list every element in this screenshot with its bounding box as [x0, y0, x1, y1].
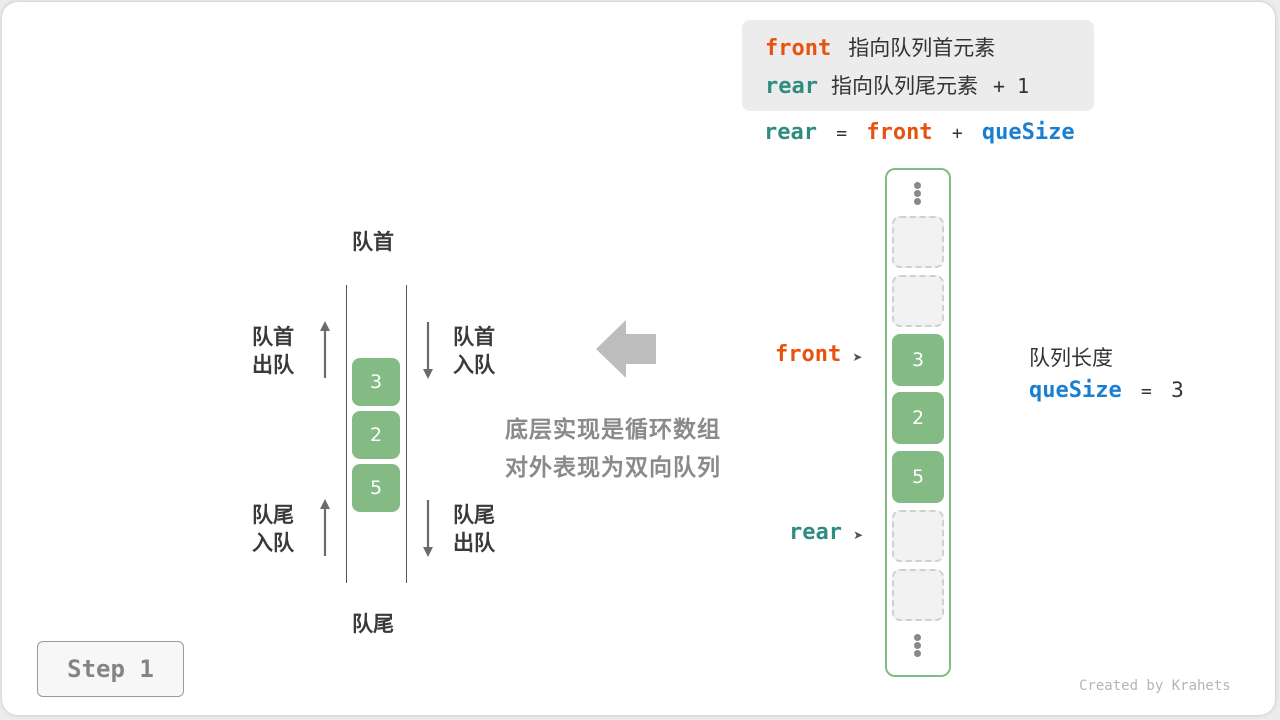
front-enqueue-line2: 入队 [453, 353, 495, 377]
queue-size-label: 队列长度 [1029, 346, 1113, 370]
array-slot-empty [892, 216, 944, 268]
rear-keyword: rear [765, 74, 818, 99]
diagram-canvas: front 指向队列首元素 rear 指向队列尾元素 + 1 rear = fr… [2, 2, 1275, 715]
pointer-arrow-icon: ➤ [853, 528, 864, 542]
queue-size-value: queSize = 3 [1029, 378, 1184, 403]
quesize-equals: = [1140, 381, 1152, 402]
legend-rear-line: rear 指向队列尾元素 + 1 [765, 70, 1029, 100]
front-keyword: front [765, 36, 832, 61]
arrow-up-icon [320, 321, 330, 378]
rear-pointer-label: rear [789, 520, 842, 545]
credit-text: Created by Krahets [1079, 678, 1231, 694]
ellipsis-icon [914, 182, 922, 206]
quesize-number: 3 [1171, 378, 1184, 402]
step-button[interactable]: Step 1 [37, 641, 184, 697]
deque-left-wall [346, 285, 347, 583]
rear-dequeue-line2: 出队 [453, 531, 495, 555]
rear-enqueue-line1: 队尾 [252, 503, 294, 527]
rear-dequeue-label: 队尾 出队 [453, 501, 495, 557]
deque-rear-label: 队尾 [352, 612, 394, 636]
array-slot-empty [892, 569, 944, 621]
rear-offset: + 1 [992, 74, 1030, 98]
deque-front-label: 队首 [352, 230, 394, 254]
front-enqueue-label: 队首 入队 [453, 323, 495, 379]
rear-formula: rear = front + queSize [764, 120, 1075, 145]
arrow-down-icon [423, 322, 433, 379]
array-slot: 3 [892, 334, 944, 386]
deque-item: 5 [352, 464, 400, 512]
quesize-keyword: queSize [1029, 378, 1122, 403]
array-slot: 2 [892, 392, 944, 444]
array-slot: 5 [892, 451, 944, 503]
note-line2: 对外表现为双向队列 [505, 455, 721, 481]
legend-box: front 指向队列首元素 rear 指向队列尾元素 + 1 [742, 20, 1094, 111]
rear-pointer: rear ➤ [789, 520, 863, 545]
deque-item-list: 3 2 5 [352, 358, 400, 512]
rear-enqueue-label: 队尾 入队 [252, 501, 294, 557]
front-enqueue-line1: 队首 [453, 325, 495, 349]
front-description: 指向队列首元素 [848, 36, 996, 60]
formula-rear: rear [764, 120, 817, 145]
array-slot-empty [892, 275, 944, 327]
formula-quesize: queSize [981, 120, 1075, 145]
front-dequeue-label: 队首 出队 [252, 323, 294, 379]
deque-item: 2 [352, 411, 400, 459]
formula-front: front [866, 120, 933, 145]
arrow-left-icon [596, 320, 656, 378]
rear-dequeue-line1: 队尾 [453, 503, 495, 527]
formula-plus: + [951, 123, 963, 144]
pointer-arrow-icon: ➤ [852, 350, 863, 364]
deque-right-wall [406, 285, 407, 583]
implementation-note: 底层实现是循环数组 对外表现为双向队列 [505, 411, 721, 487]
formula-equals: = [836, 123, 848, 144]
rear-description: 指向队列尾元素 [830, 74, 978, 98]
legend-front-line: front 指向队列首元素 [765, 32, 995, 62]
arrow-up-icon [320, 499, 330, 556]
array-slot-empty [892, 510, 944, 562]
ellipsis-icon [914, 634, 922, 658]
front-dequeue-line1: 队首 [252, 325, 294, 349]
front-pointer: front ➤ [775, 342, 862, 367]
circular-array: 3 2 5 [885, 168, 951, 677]
deque-item: 3 [352, 358, 400, 406]
front-pointer-label: front [775, 342, 842, 367]
front-dequeue-line2: 出队 [252, 353, 294, 377]
rear-enqueue-line2: 入队 [252, 531, 294, 555]
arrow-down-icon [423, 500, 433, 557]
note-line1: 底层实现是循环数组 [505, 417, 721, 443]
